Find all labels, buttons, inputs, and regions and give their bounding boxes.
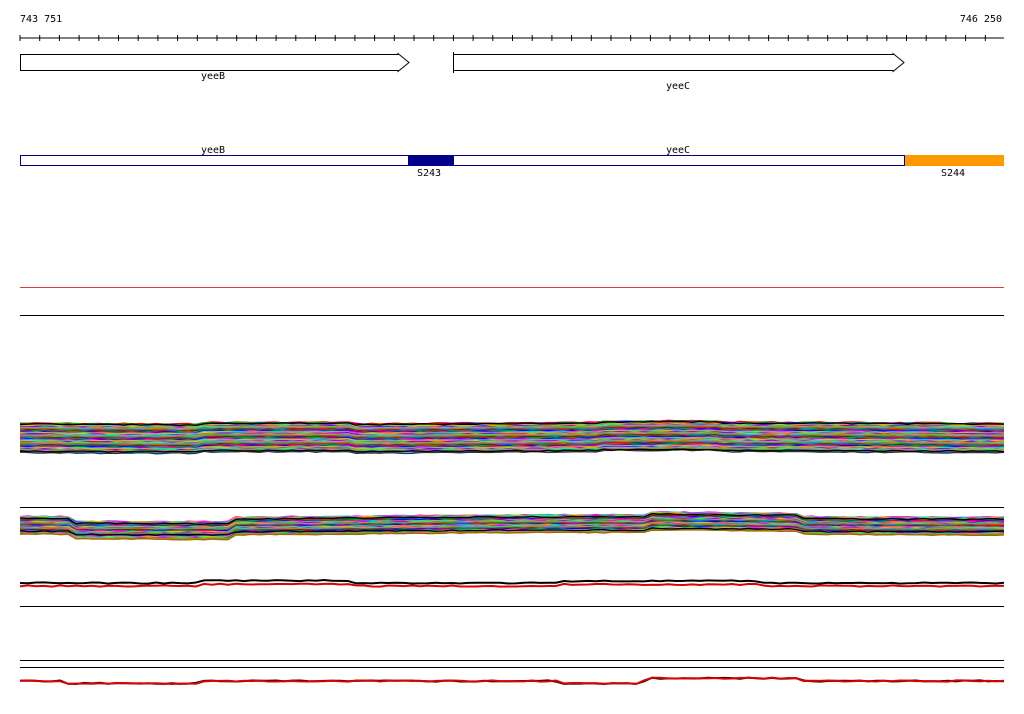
paired-trace-track-2 [19, 676, 1005, 686]
multi-trace-track-2 [19, 511, 1005, 541]
coordinate-ruler: 743 751 746 250 [19, 14, 1004, 41]
paired-trace-track-1 [19, 578, 1005, 588]
segment-label-S243: S243 [417, 168, 441, 179]
gene-bar-yeeB[interactable] [20, 155, 409, 166]
segment-S243[interactable] [408, 155, 454, 166]
gene-label-yeeC: yeeC [666, 81, 690, 92]
start-coordinate: 743 751 [20, 14, 62, 25]
gene-track: yeeB yeeC [20, 52, 905, 92]
gene-label-yeeB: yeeB [201, 71, 225, 82]
bar-label-yeeB: yeeB [201, 145, 225, 156]
trace-line-black [19, 578, 1005, 585]
gene-arrow-yeeC[interactable] [453, 52, 905, 73]
trace-line-red [19, 676, 1005, 686]
bar-label-yeeC: yeeC [666, 145, 690, 156]
gene-bar-yeeC[interactable] [453, 155, 905, 166]
segment-S244[interactable] [905, 155, 1004, 166]
multi-trace-track-1 [19, 419, 1005, 455]
genome-browser-view: 743 751 746 250 yeeB yeeC yeeB yeeC S243… [19, 14, 1005, 686]
end-coordinate: 746 250 [960, 14, 1002, 25]
feature-bar-track: yeeB yeeC S243 S244 [20, 145, 1004, 179]
gene-arrow-yeeB[interactable] [20, 52, 410, 73]
segment-label-S244: S244 [941, 168, 965, 179]
